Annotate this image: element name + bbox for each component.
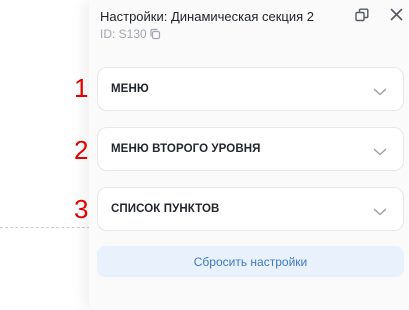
- panel-title: Настройки: Динамическая секция 2: [100, 9, 315, 24]
- panel-id-text: ID: S130: [100, 27, 147, 41]
- close-button[interactable]: [387, 8, 405, 26]
- panel-id: ID: S130: [100, 27, 161, 41]
- annotation-marker-3: 3: [74, 194, 89, 224]
- section-label: МЕНЮ ВТОРОГО УРОВНЯ: [111, 143, 261, 155]
- section-label: МЕНЮ: [111, 83, 149, 95]
- section-menu[interactable]: МЕНЮ: [97, 67, 404, 111]
- detach-window-icon: [355, 8, 369, 27]
- annotation-marker-2: 2: [74, 135, 89, 165]
- reset-settings-button[interactable]: Сбросить настройки: [97, 246, 404, 277]
- section-divider: [0, 227, 95, 228]
- copy-icon[interactable]: [149, 28, 161, 40]
- close-icon: [390, 8, 403, 26]
- section-item-list[interactable]: СПИСОК ПУНКТОВ: [97, 187, 404, 231]
- chevron-down-icon: [373, 84, 387, 96]
- annotation-marker-1: 1: [74, 73, 89, 103]
- chevron-down-icon: [373, 144, 387, 156]
- settings-panel: Настройки: Динамическая секция 2 ID: S13…: [89, 0, 409, 310]
- section-label: СПИСОК ПУНКТОВ: [111, 203, 220, 215]
- section-submenu[interactable]: МЕНЮ ВТОРОГО УРОВНЯ: [97, 127, 404, 171]
- chevron-down-icon: [373, 204, 387, 216]
- detach-window-button[interactable]: [353, 8, 371, 26]
